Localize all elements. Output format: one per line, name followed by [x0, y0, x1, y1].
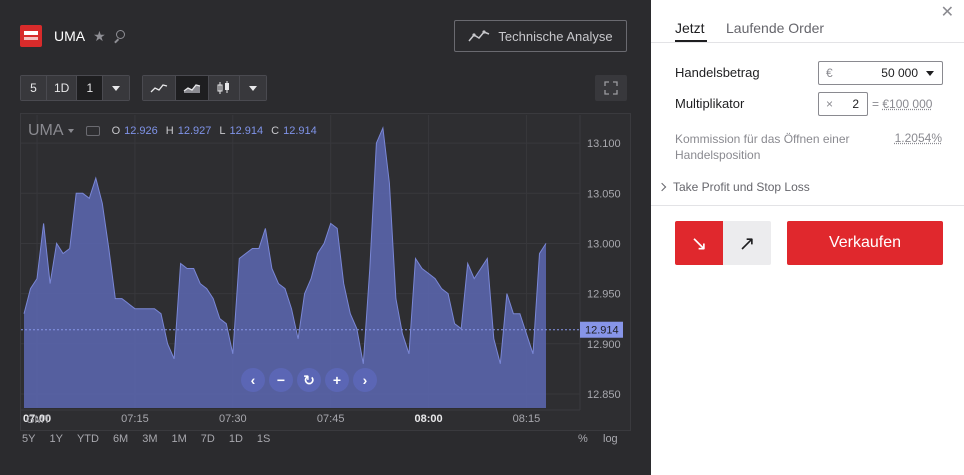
range-1m[interactable]: 1M: [172, 433, 187, 445]
legend-close-value: 12.914: [283, 125, 317, 137]
chart-panel: UMA ★ Technische Analyse 5 1D 1 13.100 1…: [0, 0, 651, 475]
amount-select[interactable]: € 50 000: [818, 61, 943, 85]
multiplier-input[interactable]: × 2: [818, 92, 868, 116]
order-panel: ✕ Jetzt Laufende Order Handelsbetrag € 5…: [651, 0, 964, 475]
legend-symbol[interactable]: UMA: [28, 122, 64, 140]
legend-open-label: O: [111, 125, 121, 137]
reset-zoom-button[interactable]: ↻: [297, 368, 321, 392]
range-1s[interactable]: 1S: [257, 433, 270, 445]
legend-high-value: 12.927: [177, 125, 212, 137]
multiplier-value: 2: [852, 97, 859, 111]
x-tick-label: 08:15: [513, 413, 541, 425]
range-7d[interactable]: 7D: [201, 433, 215, 445]
sell-direction-button[interactable]: ↘: [675, 221, 723, 265]
x-tick-label: 07:45: [317, 413, 345, 425]
range-ytd[interactable]: YTD: [77, 433, 99, 445]
eye-icon[interactable]: [85, 126, 100, 136]
time-range-selector: 5Y 1Y YTD 6M 3M 1M 7D 1D 1S: [22, 433, 284, 445]
commission-value[interactable]: 1.2054%: [895, 131, 942, 145]
y-tick-label: 12.850: [587, 389, 621, 401]
zoom-in-button[interactable]: +: [325, 368, 349, 392]
x-tick-label: 07:15: [121, 413, 149, 425]
scroll-left-button[interactable]: ‹: [241, 368, 265, 392]
take-profit-stop-loss-toggle[interactable]: Take Profit und Stop Loss: [657, 180, 810, 194]
multiplier-result-value: €100 000: [882, 97, 933, 111]
y-tick-label: 13.000: [587, 238, 621, 250]
active-tab-indicator: [675, 40, 707, 42]
tab-now[interactable]: Jetzt: [675, 20, 705, 36]
chevron-right-icon: [657, 182, 667, 192]
ohlc-legend: UMA O 12.926 H 12.927 L 12.914 C 12.914: [28, 122, 325, 140]
legend-high-label: H: [165, 125, 174, 137]
price-chart-svg: 13.10013.05013.00012.95012.90012.85007:0…: [21, 115, 623, 426]
x-tick-label: 07:30: [219, 413, 247, 425]
range-3m[interactable]: 3M: [142, 433, 157, 445]
multiplier-eq-sign: =: [872, 97, 880, 111]
legend-low-label: L: [219, 125, 226, 137]
timezone-label: GMT: [26, 414, 51, 426]
percent-scale-toggle[interactable]: %: [578, 433, 588, 445]
multiplier-prefix: ×: [826, 97, 834, 111]
y-tick-label: 13.100: [587, 138, 621, 150]
amount-currency: €: [826, 66, 833, 80]
tab-pending-orders[interactable]: Laufende Order: [726, 20, 824, 36]
chevron-down-icon: [926, 70, 934, 76]
tpsl-label: Take Profit und Stop Loss: [673, 180, 810, 194]
y-tick-label: 13.050: [587, 188, 621, 200]
range-1d[interactable]: 1D: [229, 433, 243, 445]
multiplier-result: = €100 000: [872, 97, 932, 111]
amount-label: Handelsbetrag: [675, 65, 760, 80]
legend-low-value: 12.914: [229, 125, 264, 137]
zoom-out-button[interactable]: −: [269, 368, 293, 392]
range-5y[interactable]: 5Y: [22, 433, 35, 445]
y-tick-label: 12.950: [587, 289, 621, 301]
x-tick-label: 08:00: [414, 413, 442, 425]
amount-value: 50 000: [881, 66, 918, 80]
divider: [651, 205, 964, 206]
sell-button[interactable]: Verkaufen: [787, 221, 943, 265]
legend-open-value: 12.926: [124, 125, 158, 137]
chart-navigation-controls: ‹ − ↻ + ›: [241, 368, 377, 392]
buy-direction-button[interactable]: ↗: [723, 221, 771, 265]
order-tabs: Jetzt Laufende Order: [651, 0, 964, 43]
chevron-down-icon[interactable]: [67, 129, 74, 133]
multiplier-label: Multiplikator: [675, 96, 745, 111]
commission-label: Kommission für das Öffnen einer Handelsp…: [675, 132, 850, 162]
log-scale-toggle[interactable]: log: [603, 433, 618, 445]
y-tick-label: 12.900: [587, 339, 621, 351]
current-price-label: 12.914: [585, 325, 619, 337]
range-1y[interactable]: 1Y: [49, 433, 62, 445]
scroll-right-button[interactable]: ›: [353, 368, 377, 392]
range-6m[interactable]: 6M: [113, 433, 128, 445]
legend-close-label: C: [271, 125, 280, 137]
